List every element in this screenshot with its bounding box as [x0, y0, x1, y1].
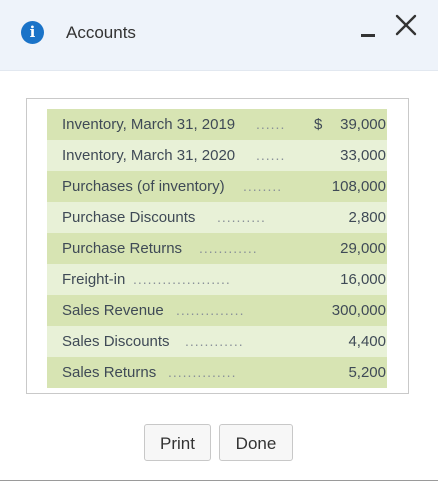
account-amount: 16,000: [340, 271, 386, 288]
dot-leader: ....................: [133, 271, 231, 287]
dot-leader: ..............: [168, 364, 237, 380]
minimize-button[interactable]: [358, 20, 378, 46]
account-label: Purchases (of inventory): [62, 178, 225, 195]
table-row: Sales Returns .............. 5,200: [47, 357, 387, 388]
account-amount: 300,000: [331, 302, 386, 319]
account-label: Inventory, March 31, 2019: [62, 116, 236, 133]
table-row: Sales Revenue .............. 300,000: [47, 295, 387, 326]
bottom-divider: [0, 480, 438, 481]
close-icon: [395, 14, 417, 36]
account-label: Sales Discounts: [62, 333, 170, 350]
table-row: Purchase Returns ............ 29,000: [47, 233, 387, 264]
account-label: Purchase Returns: [62, 240, 183, 257]
account-amount: 33,000: [340, 147, 386, 164]
account-label: Sales Returns: [62, 364, 157, 381]
dot-leader: ..............: [176, 302, 245, 318]
dot-leader: ............: [185, 333, 244, 349]
table-row: Inventory, March 31, 2020 ...... 33,000: [47, 140, 387, 171]
table-row: Sales Discounts ............ 4,400: [47, 326, 387, 357]
dialog-titlebar: i Accounts: [0, 0, 438, 71]
account-amount: 39,000: [340, 116, 386, 133]
dot-leader: ............: [199, 240, 258, 256]
currency-symbol: $: [314, 116, 323, 133]
account-label: Purchase Discounts: [62, 209, 196, 226]
dot-leader: ......: [256, 116, 286, 132]
account-label: Inventory, March 31, 2020: [62, 147, 236, 164]
dot-leader: ......: [256, 147, 286, 163]
done-button[interactable]: Done: [219, 424, 293, 461]
dot-leader: ........: [243, 178, 283, 194]
account-amount: 108,000: [331, 178, 386, 195]
close-button[interactable]: [392, 10, 420, 40]
table-row: Purchase Discounts .......... 2,800: [47, 202, 387, 233]
account-label: Freight-in: [62, 271, 126, 288]
info-icon: i: [21, 21, 44, 44]
accounts-table: Inventory, March 31, 2019 ...... $ 39,00…: [47, 109, 387, 388]
account-amount: 2,800: [348, 209, 386, 226]
table-row: Inventory, March 31, 2019 ...... $ 39,00…: [47, 109, 387, 140]
minimize-icon: [361, 34, 375, 37]
dialog-title: Accounts: [66, 23, 136, 42]
table-row: Freight-in .................... 16,000: [47, 264, 387, 295]
account-amount: 4,400: [348, 333, 386, 350]
account-label: Sales Revenue: [62, 302, 164, 319]
accounts-panel: Inventory, March 31, 2019 ...... $ 39,00…: [26, 98, 409, 394]
dot-leader: ..........: [217, 209, 266, 225]
table-row: Purchases (of inventory) ........ 108,00…: [47, 171, 387, 202]
print-button[interactable]: Print: [144, 424, 211, 461]
account-amount: 29,000: [340, 240, 386, 257]
account-amount: 5,200: [348, 364, 386, 381]
